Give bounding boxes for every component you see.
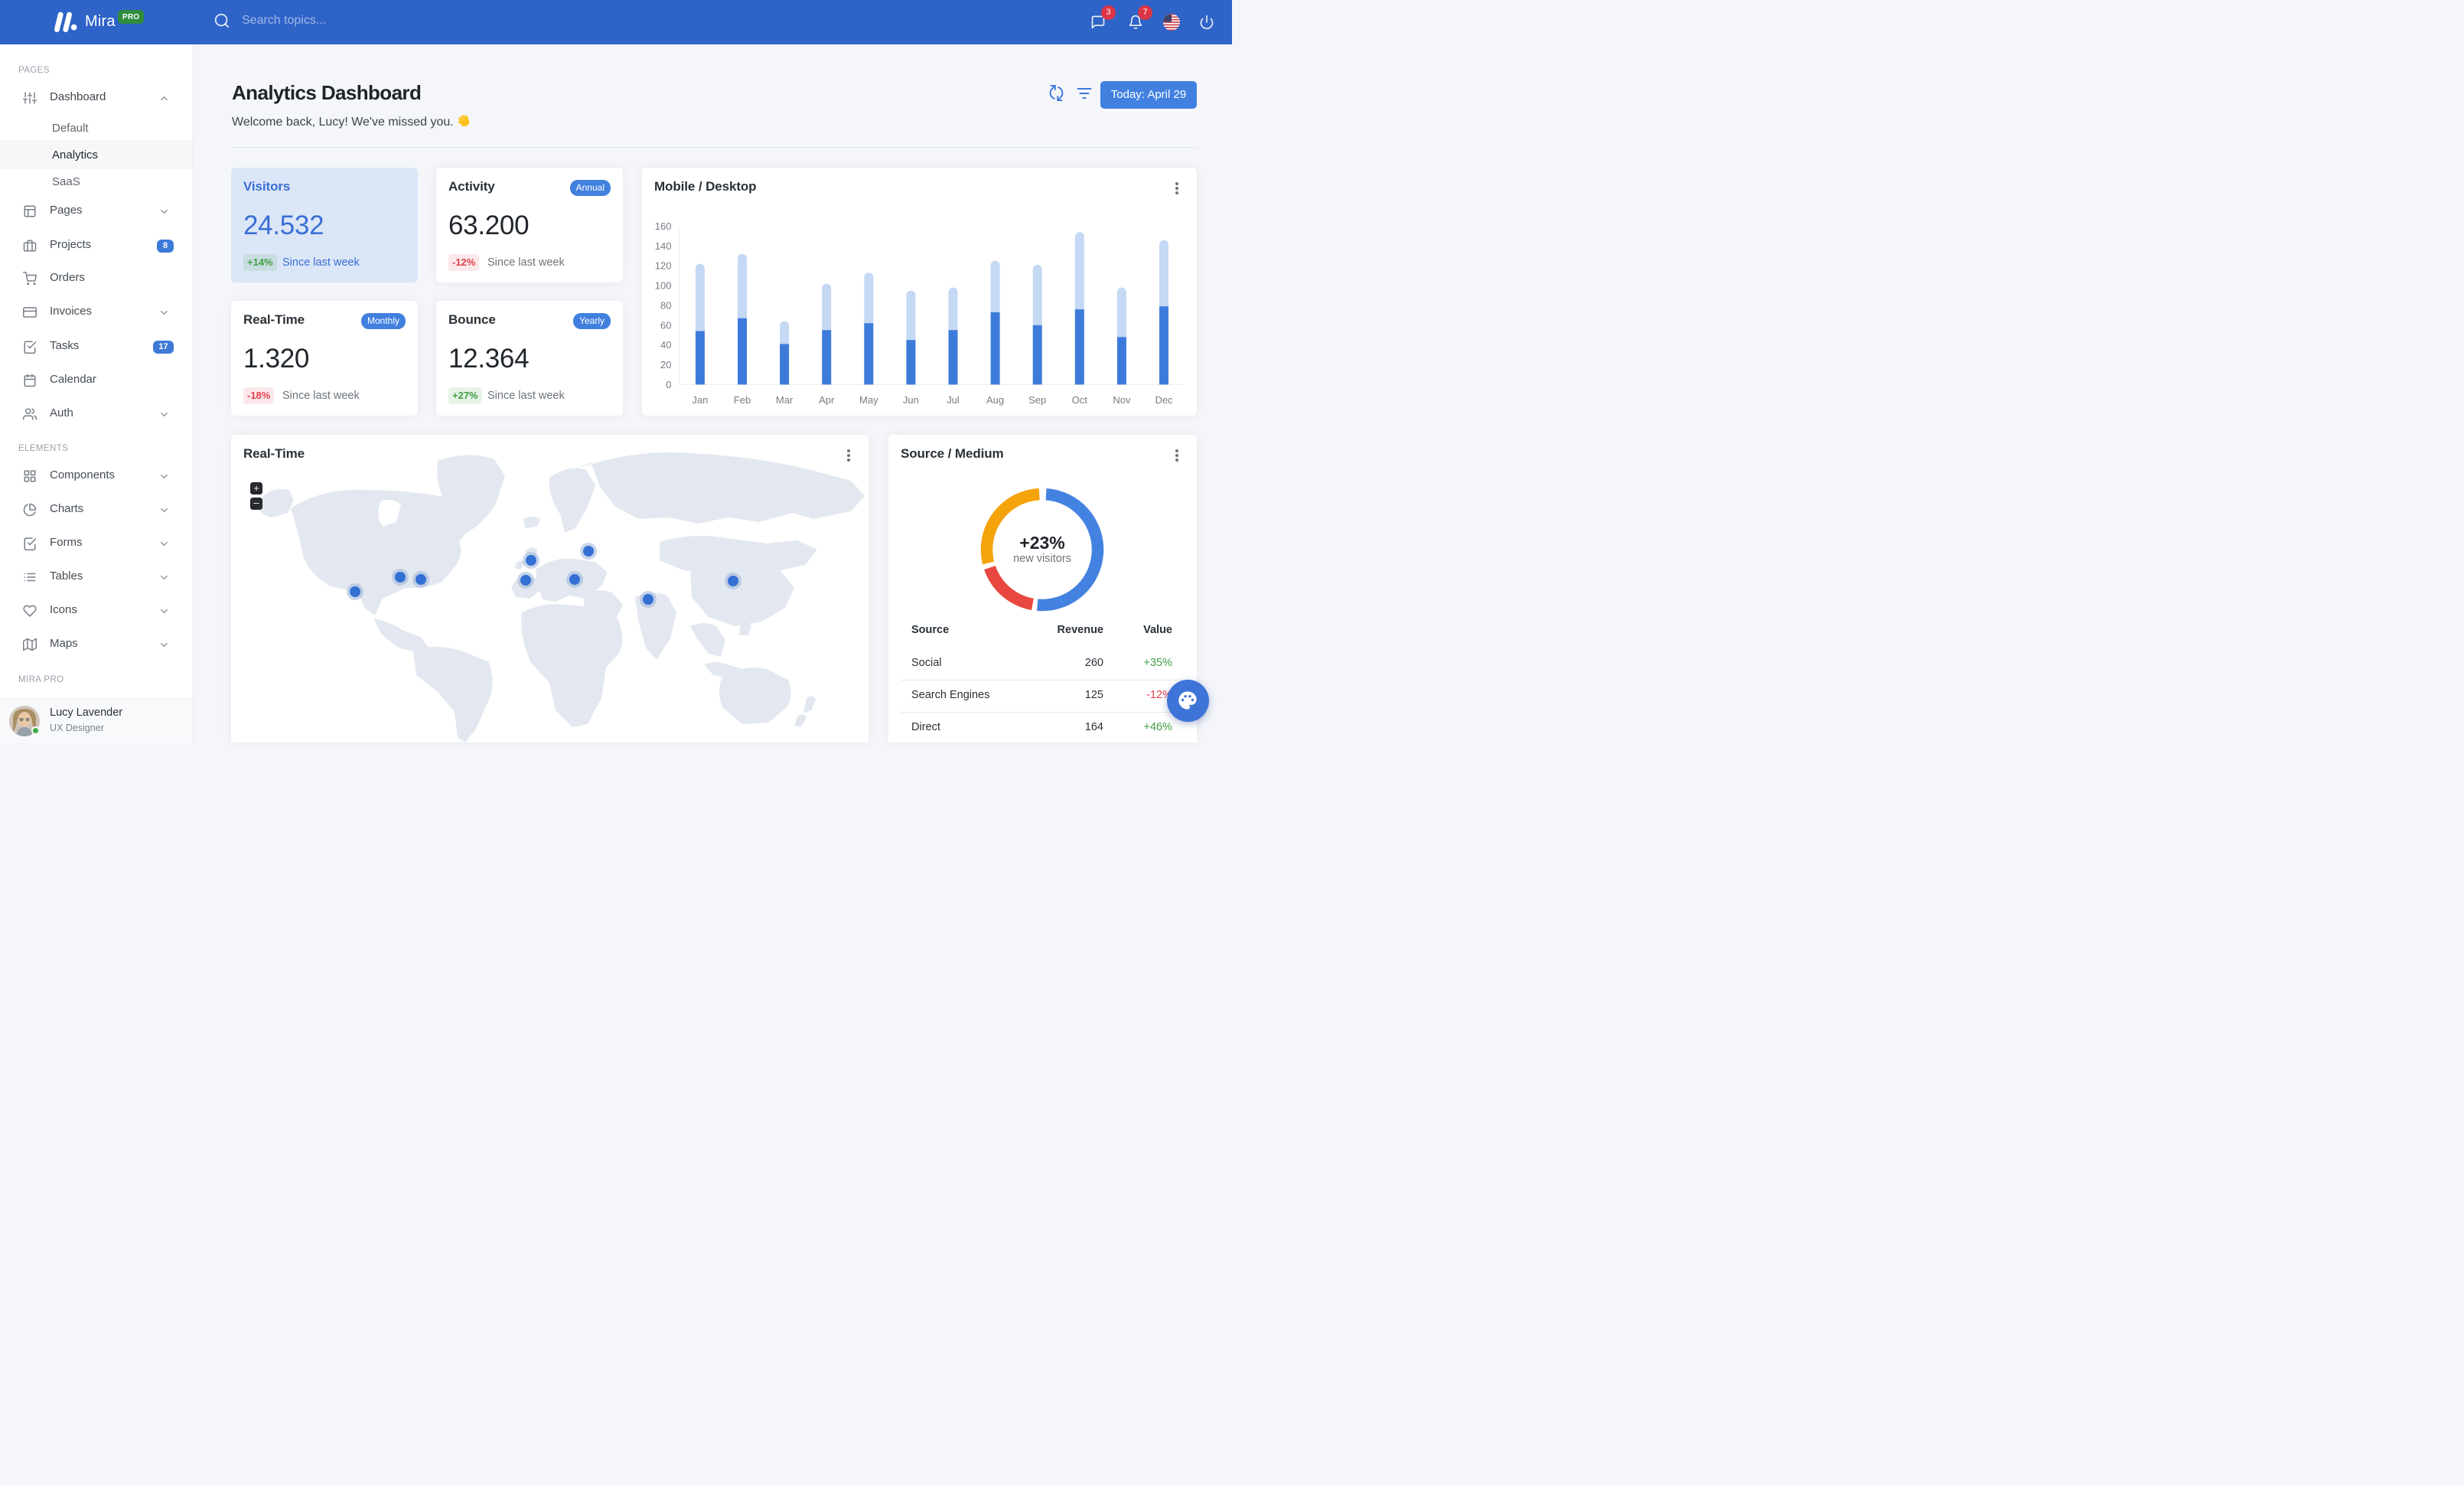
svg-text:80: 80 bbox=[660, 299, 671, 311]
svg-text:Jan: Jan bbox=[692, 394, 708, 406]
svg-text:0: 0 bbox=[666, 379, 671, 390]
svg-text:Feb: Feb bbox=[734, 394, 751, 406]
svg-text:Dec: Dec bbox=[1155, 394, 1173, 406]
svg-text:140: 140 bbox=[655, 240, 672, 252]
svg-text:60: 60 bbox=[660, 319, 671, 331]
svg-text:Aug: Aug bbox=[986, 394, 1004, 406]
svg-text:100: 100 bbox=[655, 280, 672, 292]
svg-text:Apr: Apr bbox=[819, 394, 835, 406]
svg-text:Jun: Jun bbox=[903, 394, 919, 406]
svg-text:40: 40 bbox=[660, 339, 671, 351]
svg-text:Jul: Jul bbox=[947, 394, 960, 406]
svg-text:Nov: Nov bbox=[1113, 394, 1131, 406]
svg-text:Oct: Oct bbox=[1072, 394, 1088, 406]
svg-text:Mar: Mar bbox=[776, 394, 794, 406]
svg-text:20: 20 bbox=[660, 359, 671, 370]
svg-text:160: 160 bbox=[655, 220, 672, 232]
svg-text:120: 120 bbox=[655, 260, 672, 272]
svg-text:May: May bbox=[859, 394, 878, 406]
svg-text:Sep: Sep bbox=[1028, 394, 1046, 406]
